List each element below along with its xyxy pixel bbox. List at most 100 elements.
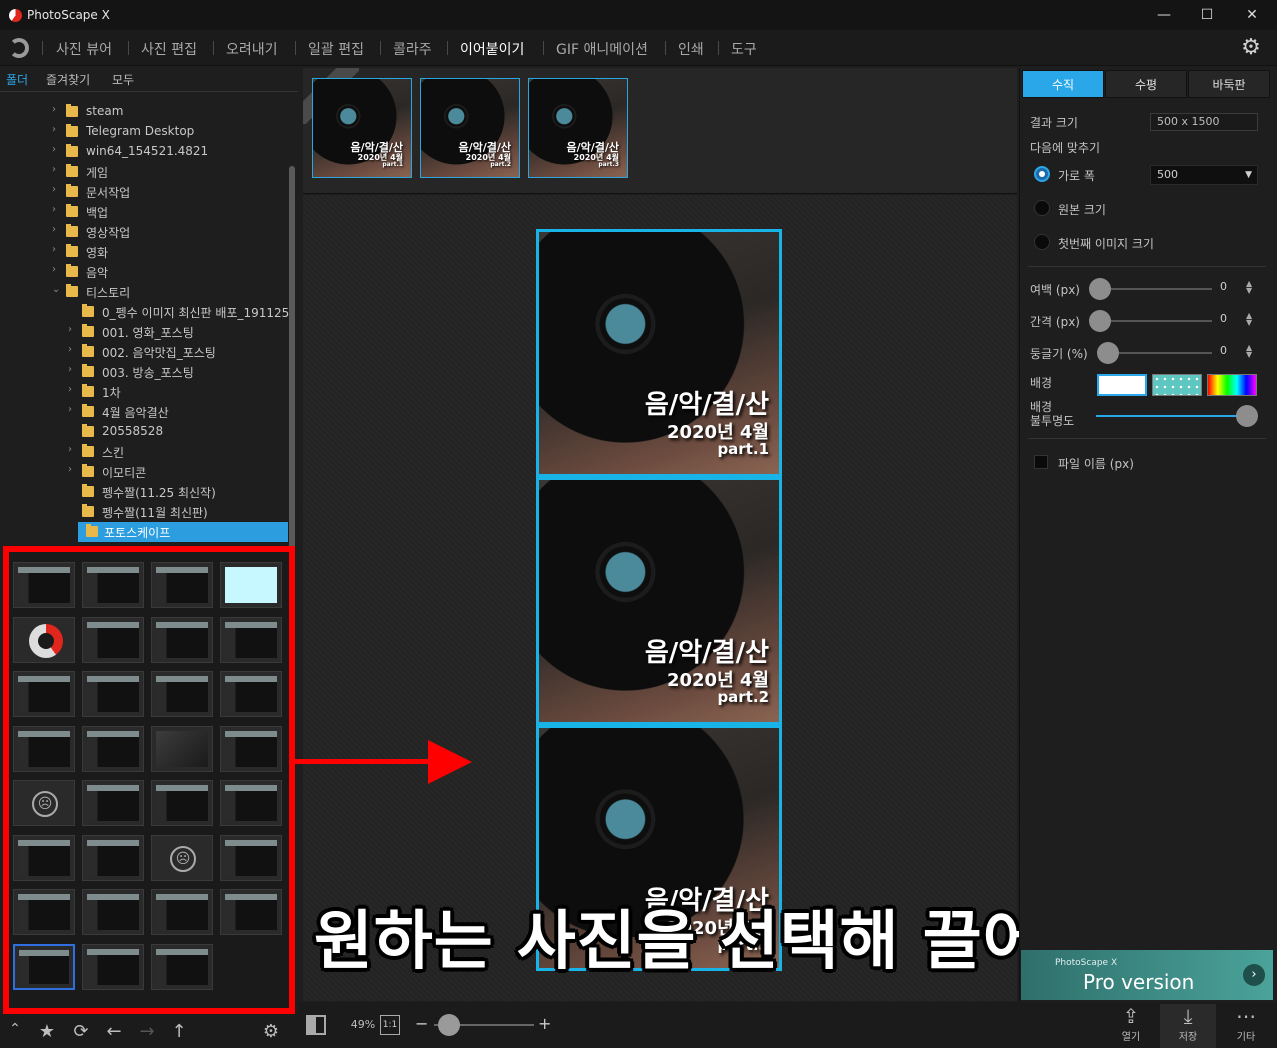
image-thumbnail[interactable] — [220, 889, 282, 935]
image-thumbnail[interactable] — [82, 725, 144, 772]
roundness-slider-knob[interactable] — [1097, 342, 1119, 364]
tab-all[interactable]: 모두 — [112, 71, 134, 88]
chevron-up-icon[interactable]: ⌃ — [4, 1021, 26, 1037]
image-thumbnail[interactable] — [82, 889, 144, 935]
folder-tree-item[interactable]: › 1차 — [68, 382, 290, 402]
folder-tree-item[interactable]: › 003. 방송_포스팅 — [68, 362, 290, 382]
settings-gear-icon[interactable]: ⚙ — [260, 1021, 282, 1042]
image-thumbnail[interactable] — [151, 671, 213, 717]
margin-slider-track[interactable] — [1100, 288, 1212, 290]
width-select[interactable]: 500 ▼ — [1150, 165, 1258, 185]
image-thumbnail[interactable] — [13, 671, 75, 717]
menu-photo-editor[interactable]: 사진 편집 — [141, 39, 197, 59]
image-thumbnail[interactable] — [13, 616, 75, 663]
tree-scrollbar[interactable] — [289, 166, 295, 566]
image-thumbnail[interactable] — [220, 671, 282, 717]
image-thumbnail[interactable] — [13, 943, 75, 990]
chevron-right-icon[interactable]: › — [68, 404, 78, 415]
folder-tree-item[interactable]: › win64_154521.4821 — [52, 142, 290, 162]
more-button[interactable]: ⋯ 기타 — [1218, 1004, 1274, 1048]
image-thumbnail[interactable]: ☹ — [151, 834, 213, 881]
chevron-right-icon[interactable]: › — [52, 204, 62, 215]
image-thumbnail[interactable] — [82, 562, 144, 608]
close-button[interactable]: ✕ — [1240, 4, 1264, 26]
combined-image-2[interactable]: 음/악/결/산 2020년 4월 part.2 — [536, 477, 782, 725]
folder-tree-item[interactable]: › 문서작업 — [52, 182, 290, 202]
menu-tools[interactable]: 도구 — [731, 39, 757, 59]
image-thumbnail[interactable] — [13, 562, 75, 608]
folder-tree-item[interactable]: › 영상작업 — [52, 222, 290, 242]
background-white-swatch[interactable] — [1097, 374, 1147, 396]
folder-tree-item[interactable]: › 백업 — [52, 202, 290, 222]
folder-tree-item[interactable]: 포토스케이프 — [78, 522, 288, 542]
image-thumbnail[interactable] — [82, 834, 144, 881]
chevron-right-icon[interactable]: › — [52, 244, 62, 255]
folder-tree-item[interactable]: 펭수짤(11.25 최신작) — [68, 482, 290, 502]
image-thumbnail[interactable]: ☹ — [13, 780, 75, 826]
tab-horizontal[interactable]: 수평 — [1105, 70, 1187, 98]
image-thumbnail[interactable] — [13, 725, 75, 772]
folder-tree-item[interactable]: › 음악 — [52, 262, 290, 282]
image-thumbnail[interactable] — [82, 943, 144, 990]
spacing-slider-track[interactable] — [1100, 320, 1212, 322]
menu-combine[interactable]: 이어붙이기 — [460, 39, 524, 59]
filename-checkbox[interactable] — [1034, 455, 1048, 469]
actual-size-button[interactable]: 1:1 — [380, 1015, 400, 1035]
chevron-right-icon[interactable]: › — [68, 384, 78, 395]
image-thumbnail[interactable] — [13, 834, 75, 881]
forward-arrow-icon[interactable]: → — [136, 1021, 158, 1042]
menu-batch-edit[interactable]: 일괄 편집 — [308, 39, 364, 59]
strip-thumbnail[interactable]: 음/악/결/산 2020년 4월 part.1 — [312, 78, 412, 178]
chevron-right-icon[interactable]: › — [52, 144, 62, 155]
spacing-value[interactable]: 0 — [1220, 312, 1227, 325]
radio-first-image-size[interactable] — [1034, 234, 1050, 250]
open-button[interactable]: ⇪ 열기 — [1103, 1004, 1159, 1048]
image-thumbnail[interactable] — [82, 671, 144, 717]
menu-gif-animation[interactable]: GIF 애니메이션 — [556, 39, 648, 59]
radio-original-size[interactable] — [1034, 200, 1050, 216]
folder-tree-item[interactable]: › 게임 — [52, 162, 290, 182]
roundness-value[interactable]: 0 — [1220, 344, 1227, 357]
menu-print[interactable]: 인쇄 — [678, 39, 704, 59]
chevron-right-icon[interactable]: › — [52, 104, 62, 115]
photoscape-home-icon[interactable] — [9, 38, 29, 58]
rotate-icon[interactable]: ⟳ — [70, 1021, 92, 1042]
chevron-right-icon[interactable]: › — [52, 184, 62, 195]
save-button[interactable]: ⤓ 저장 — [1160, 1004, 1216, 1048]
image-thumbnail[interactable] — [151, 889, 213, 935]
folder-tree-item[interactable]: › steam — [52, 102, 290, 122]
back-arrow-icon[interactable]: ← — [103, 1021, 125, 1042]
roundness-spinner-icon[interactable]: ▲ ▼ — [1246, 344, 1252, 359]
folder-tree-item[interactable]: 0_펭수 이미지 최신판 배포_191125 — [68, 302, 290, 322]
tab-favorites[interactable]: 즐겨찾기 — [46, 71, 90, 88]
folder-tree-item[interactable]: › Telegram Desktop — [52, 122, 290, 142]
zoom-in-button[interactable]: + — [538, 1014, 551, 1033]
image-thumbnail[interactable] — [13, 889, 75, 935]
spacing-slider-knob[interactable] — [1089, 310, 1111, 332]
chevron-down-icon[interactable]: ⌄ — [52, 284, 62, 295]
strip-thumbnail[interactable]: 음/악/결/산 2020년 4월 part.2 — [420, 78, 520, 178]
combined-image-1[interactable]: 음/악/결/산 2020년 4월 part.1 — [536, 229, 782, 477]
image-thumbnail[interactable] — [82, 780, 144, 826]
menu-cut-out[interactable]: 오려내기 — [226, 39, 278, 59]
zoom-slider-knob[interactable] — [438, 1014, 460, 1036]
image-thumbnail[interactable] — [151, 562, 213, 608]
spacing-spinner-icon[interactable]: ▲ ▼ — [1246, 312, 1252, 327]
image-thumbnail[interactable] — [151, 725, 213, 772]
margin-spinner-icon[interactable]: ▲ ▼ — [1246, 280, 1252, 295]
chevron-right-icon[interactable]: › — [1243, 964, 1265, 986]
chevron-right-icon[interactable]: › — [52, 164, 62, 175]
menu-photo-viewer[interactable]: 사진 뷰어 — [56, 39, 112, 59]
image-thumbnail[interactable] — [220, 780, 282, 826]
folder-tree-item[interactable]: 20558528 — [68, 422, 290, 442]
image-thumbnail[interactable] — [220, 725, 282, 772]
star-icon[interactable]: ★ — [36, 1021, 58, 1042]
image-thumbnail[interactable] — [82, 616, 144, 663]
folder-tree-item[interactable]: › 001. 영화_포스팅 — [68, 322, 290, 342]
chevron-right-icon[interactable]: › — [68, 324, 78, 335]
chevron-right-icon[interactable]: › — [68, 444, 78, 455]
margin-slider-knob[interactable] — [1089, 278, 1111, 300]
background-pattern-swatch[interactable] — [1152, 374, 1202, 396]
tab-vertical[interactable]: 수직 — [1022, 70, 1104, 98]
chevron-right-icon[interactable]: › — [68, 344, 78, 355]
